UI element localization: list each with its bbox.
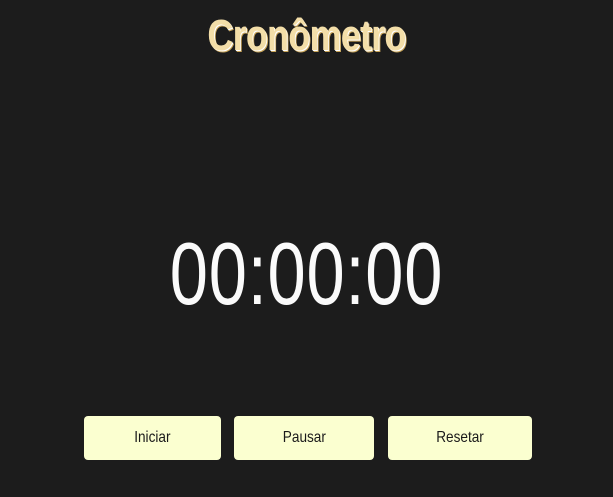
stopwatch-app: Cronômetro 00:00:00 Iniciar Pausar Reset…: [0, 0, 613, 497]
start-button[interactable]: Iniciar: [84, 416, 221, 460]
page-title: Cronômetro: [207, 11, 406, 60]
start-button-label: Iniciar: [134, 429, 171, 446]
reset-button[interactable]: Resetar: [388, 416, 532, 460]
pause-button-label: Pausar: [282, 429, 326, 446]
timer-display: 00:00:00: [169, 224, 444, 323]
reset-button-label: Resetar: [436, 429, 484, 446]
pause-button[interactable]: Pausar: [234, 416, 374, 460]
